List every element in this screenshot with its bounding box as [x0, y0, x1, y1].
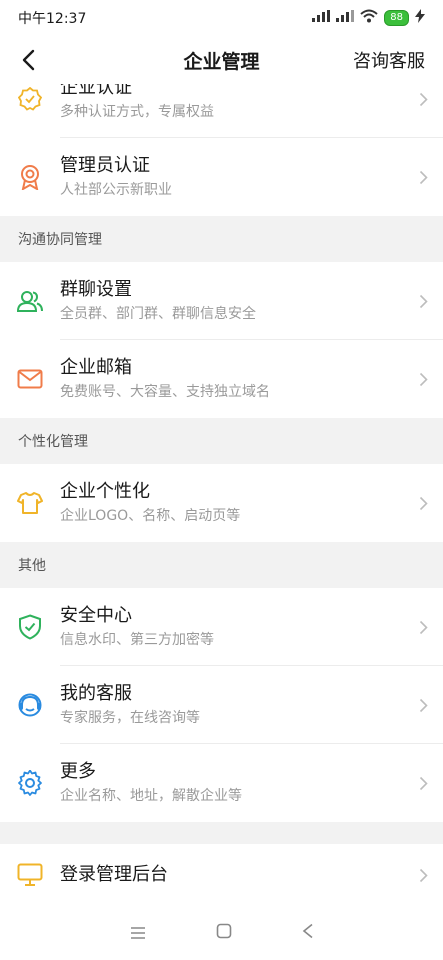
item-title: 登录管理后台	[60, 864, 168, 885]
item-subtitle: 多种认证方式，专属权益	[60, 104, 214, 120]
chevron-right-icon	[419, 868, 428, 882]
chevron-right-icon	[419, 372, 428, 386]
list-item-group-chat-settings[interactable]: 群聊设置 全员群、部门群、群聊信息安全	[0, 262, 443, 340]
system-nav-bar	[0, 906, 443, 960]
list-item-enterprise-mail[interactable]: 企业邮箱 免费账号、大容量、支持独立域名	[0, 340, 443, 418]
monitor-icon	[17, 863, 43, 886]
item-title: 群聊设置	[60, 279, 132, 300]
section-header: 沟通协同管理	[0, 216, 443, 262]
section-header: 个性化管理	[0, 418, 443, 464]
item-subtitle: 人社部公示新职业	[60, 182, 172, 198]
status-time: 中午12:37	[18, 11, 87, 27]
list-item-admin-console[interactable]: 登录管理后台	[0, 844, 443, 906]
item-subtitle: 信息水印、第三方加密等	[60, 632, 214, 648]
wifi-icon	[360, 9, 378, 27]
list-item-enterprise-verify[interactable]: 企业认证 多种认证方式，专属权益	[0, 84, 443, 138]
chevron-right-icon	[419, 496, 428, 510]
nav-bar: 企业管理 咨询客服	[0, 36, 443, 84]
group-users-icon	[17, 291, 43, 312]
status-bar: 中午12:37 88	[0, 0, 443, 36]
item-subtitle: 专家服务，在线咨询等	[60, 710, 200, 726]
chevron-left-icon	[22, 49, 35, 71]
consult-service-button[interactable]: 咨询客服	[353, 47, 425, 73]
item-subtitle: 企业名称、地址，解散企业等	[60, 788, 242, 804]
item-title: 我的客服	[60, 683, 132, 704]
gear-icon	[18, 770, 42, 796]
customer-service-icon	[18, 693, 42, 717]
list-item-security-center[interactable]: 安全中心 信息水印、第三方加密等	[0, 588, 443, 666]
mail-icon	[17, 369, 43, 389]
item-title: 管理员认证	[60, 155, 150, 176]
chevron-right-icon	[419, 776, 428, 790]
item-title: 安全中心	[60, 605, 132, 626]
chevron-right-icon	[419, 698, 428, 712]
chevron-right-icon	[419, 620, 428, 634]
chevron-right-icon	[419, 294, 428, 308]
award-medal-icon	[21, 165, 39, 190]
signal-icon	[312, 10, 331, 26]
chevron-right-icon	[419, 170, 428, 184]
menu-icon[interactable]	[130, 924, 146, 943]
item-title: 企业邮箱	[60, 357, 132, 378]
item-title: 企业认证	[60, 84, 132, 98]
section-header: 其他	[0, 542, 443, 588]
item-subtitle: 企业LOGO、名称、启动页等	[60, 508, 241, 524]
chevron-right-icon	[419, 92, 428, 106]
tshirt-icon	[17, 492, 43, 514]
shield-check-icon	[19, 614, 41, 640]
charging-icon	[415, 9, 425, 27]
content-list[interactable]: 企业认证 多种认证方式，专属权益 管理员认证 人社部公示新职业 沟通协同管理 群…	[0, 84, 443, 906]
item-subtitle: 免费账号、大容量、支持独立域名	[60, 384, 270, 400]
battery-icon: 88	[384, 10, 409, 26]
item-title: 企业个性化	[60, 481, 150, 502]
signal-hd-icon	[336, 10, 355, 26]
verified-badge-icon	[18, 87, 42, 111]
back-button[interactable]	[0, 36, 56, 84]
list-item-customer-service[interactable]: 我的客服 专家服务，在线咨询等	[0, 666, 443, 744]
back-nav-icon[interactable]	[302, 923, 314, 943]
list-item-more[interactable]: 更多 企业名称、地址，解散企业等	[0, 744, 443, 822]
list-item-admin-verify[interactable]: 管理员认证 人社部公示新职业	[0, 138, 443, 216]
item-title: 更多	[60, 761, 96, 782]
item-subtitle: 全员群、部门群、群聊信息安全	[60, 306, 256, 322]
home-icon[interactable]	[216, 923, 232, 943]
list-item-personalization[interactable]: 企业个性化 企业LOGO、名称、启动页等	[0, 464, 443, 542]
